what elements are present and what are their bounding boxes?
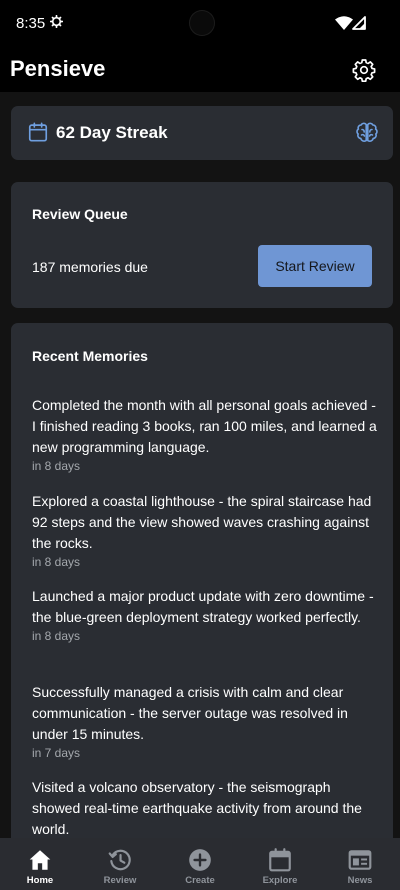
settings-button[interactable] [350, 56, 378, 84]
nav-label: Explore [262, 875, 298, 886]
memory-text: Successfully managed a crisis with calm … [32, 683, 348, 742]
streak-label: 62 Day Streak [56, 123, 168, 142]
gear-icon [352, 59, 376, 82]
nav-home[interactable]: Home [0, 838, 80, 890]
status-time: 8:35 [16, 15, 46, 32]
app-bar: Pensieve [0, 48, 400, 92]
memory-due-time: in 8 days [32, 554, 81, 569]
memory-item[interactable]: Completed the month with all personal go… [32, 395, 377, 491]
memories-due-text: 187 memories due [32, 259, 148, 275]
bottom-navigation: Home Review Create Explore News [0, 838, 400, 890]
recent-memories-card: Recent Memories Completed the month with… [11, 323, 393, 853]
calendar-icon [269, 848, 291, 872]
history-icon [108, 849, 131, 871]
nav-label: News [347, 875, 373, 886]
add-circle-icon [189, 849, 211, 871]
memory-due-time: in 7 days [32, 745, 81, 760]
wifi-icon [335, 16, 353, 30]
nav-create[interactable]: Create [160, 838, 240, 890]
memory-text: Explored a coastal lighthouse - the spir… [32, 492, 372, 551]
camera-cutout [189, 10, 215, 36]
nav-review[interactable]: Review [80, 838, 160, 890]
memory-item[interactable]: Explored a coastal lighthouse - the spir… [32, 491, 377, 587]
memory-text: Completed the month with all personal go… [32, 397, 377, 455]
calendar-icon [28, 122, 48, 142]
nav-news[interactable]: News [320, 838, 400, 890]
recent-memories-title: Recent Memories [32, 348, 148, 364]
app-title: Pensieve [10, 56, 106, 81]
nav-label: Home [26, 875, 54, 886]
status-bar: 8:35 [0, 0, 400, 48]
start-review-button[interactable]: Start Review [258, 245, 372, 287]
nav-explore[interactable]: Explore [240, 838, 320, 890]
memory-text: Launched a major product update with zer… [32, 588, 374, 625]
brain-icon[interactable] [354, 120, 380, 146]
app-screen: 8:35 Pensieve 62 Day Streak Review Queue… [0, 0, 400, 890]
memory-due-time: in 8 days [32, 629, 81, 643]
newspaper-icon [348, 850, 372, 870]
memory-item[interactable]: Successfully managed a crisis with calm … [32, 682, 377, 778]
review-queue-card: Review Queue 187 memories due Start Revi… [11, 182, 393, 308]
streak-card: 62 Day Streak [11, 106, 393, 160]
home-icon [29, 850, 51, 870]
nav-label: Review [103, 875, 137, 886]
signal-icon [352, 16, 366, 30]
review-queue-title: Review Queue [32, 206, 128, 222]
memory-due-time: in 8 days [32, 459, 81, 473]
memory-list: Completed the month with all personal go… [32, 395, 377, 853]
nav-label: Create [185, 875, 215, 886]
memory-item[interactable]: Launched a major product update with zer… [32, 586, 377, 682]
gear-icon [50, 15, 63, 28]
memory-text: Visited a volcano observatory - the seis… [32, 779, 362, 837]
